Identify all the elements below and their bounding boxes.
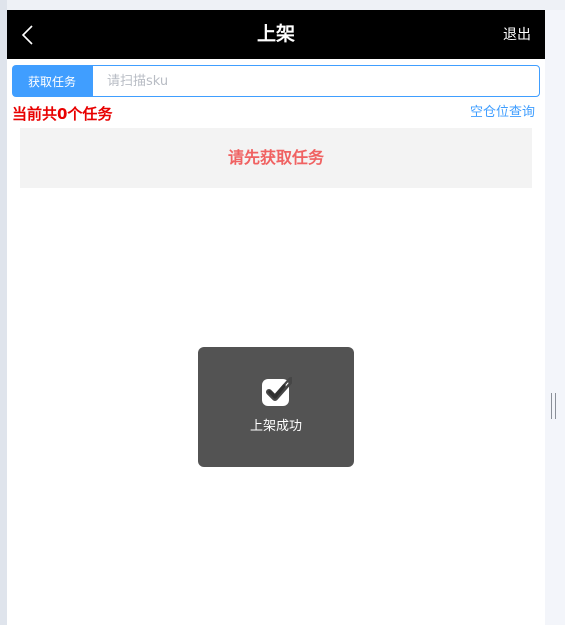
task-panel: 请先获取任务 (20, 128, 532, 188)
putaway-app: 上架 退出 获取任务 当前共0个任务 空仓位查询 请先获取任务 上架成功 (7, 10, 545, 625)
fetch-task-button[interactable]: 获取任务 (12, 65, 92, 97)
window-left-strip (0, 0, 7, 625)
toast-message: 上架成功 (249, 419, 302, 434)
task-hint: 请先获取任务 (227, 148, 324, 167)
nav-bar: 上架 退出 (7, 10, 545, 59)
page-title: 上架 (256, 23, 295, 45)
resize-handle[interactable] (551, 393, 556, 419)
success-toast: 上架成功 (198, 347, 354, 467)
sku-scan-input[interactable] (92, 65, 540, 97)
task-count-label: 当前共0个任务 (12, 105, 113, 123)
exit-button[interactable]: 退出 (503, 26, 531, 44)
window-top-strip (0, 0, 565, 10)
empty-location-query-link[interactable]: 空仓位查询 (470, 104, 535, 122)
check-square-icon (260, 376, 294, 408)
